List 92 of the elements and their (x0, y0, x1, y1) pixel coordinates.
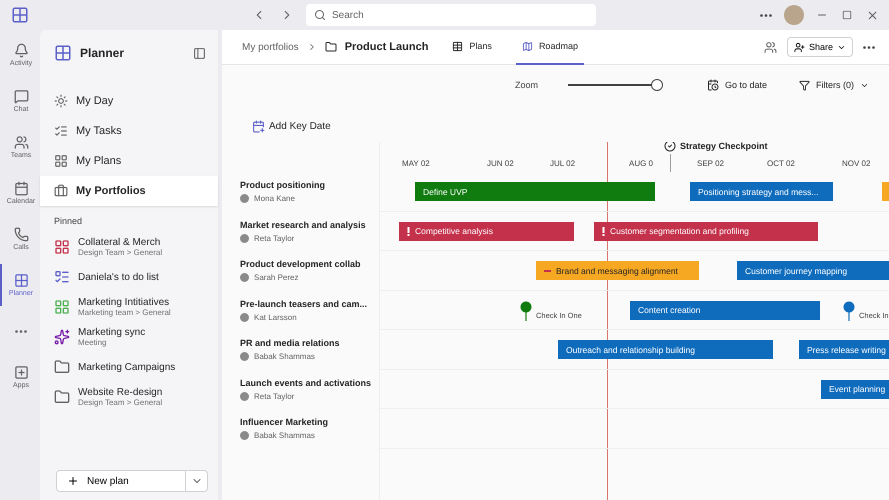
filter-icon (799, 80, 810, 90)
breadcrumb-link[interactable]: My portfolios (242, 42, 299, 52)
task-bar[interactable]: Positioning strategy and mess... (690, 182, 833, 201)
add-person-icon (794, 42, 805, 52)
zoom-label: Zoom (514, 80, 538, 90)
nav-item[interactable]: My Tasks (40, 116, 218, 146)
sparkle-icon (54, 329, 70, 345)
task-bar[interactable]: Outreach and relationship building (558, 340, 773, 359)
more-icon[interactable] (861, 44, 877, 50)
key-date-label: Strategy Checkpoint (680, 142, 768, 151)
month-label: OCT 02 (767, 159, 795, 168)
calendar-icon (14, 181, 28, 196)
pinned-plan[interactable]: Daniela's to do list (40, 262, 218, 292)
task-bar[interactable]: Event planning (821, 380, 889, 398)
nav-item[interactable]: My Plans (40, 146, 218, 176)
sidebar-title: Planner (80, 46, 126, 60)
section-heading: Pinned (53, 215, 84, 228)
tab[interactable]: Roadmap (516, 30, 584, 64)
month-label: JUN 02 (487, 159, 514, 168)
plan-icon (54, 239, 70, 255)
plan-icon (54, 299, 70, 315)
task-bar[interactable]: Competitive analysis (399, 222, 574, 240)
month-label: SEP 02 (697, 159, 724, 168)
pinned-plan[interactable]: Marketing Campaigns (40, 352, 218, 382)
share-button[interactable]: Share (786, 37, 853, 57)
task-name: Product development collab (240, 259, 362, 270)
folder-icon (54, 389, 70, 405)
folder-icon (324, 41, 337, 53)
owner: Kat Larsson (240, 312, 379, 322)
maximize-icon[interactable] (840, 8, 854, 22)
go-to-date-button[interactable]: Go to date (700, 78, 773, 92)
owner: Reta Taylor (240, 392, 379, 401)
folder-icon (54, 359, 70, 375)
people-icon (14, 135, 28, 150)
owner: Reta Taylor (240, 234, 379, 243)
task-bar[interactable]: Press release writing (799, 340, 889, 359)
map-icon (522, 40, 533, 52)
breadcrumb-current: Product Launch (344, 41, 428, 53)
month-label: AUG 0 (629, 159, 654, 168)
pinned-plan[interactable]: Marketing sync Meeting (40, 322, 218, 352)
filters-button[interactable]: Filters (0) (793, 78, 875, 92)
month-label: NOV 02 (842, 159, 870, 168)
more-icon (15, 330, 27, 332)
task-name: Pre-launch teasers and cam... (240, 298, 368, 309)
planner-icon (14, 273, 28, 288)
task-name: Influencer Marketing (240, 417, 330, 428)
month-label: JUL 02 (550, 159, 576, 168)
owner: Babak Shammas (240, 352, 379, 362)
task-name: Market research and analysis (240, 220, 367, 230)
task-bar[interactable]: Content creation (630, 300, 820, 320)
owner: Babak Shammas (240, 431, 379, 440)
nav-item[interactable]: My Day (40, 86, 218, 116)
exclamation-icon (407, 226, 410, 236)
chat-icon (14, 89, 28, 104)
plus-square-icon (14, 365, 28, 380)
briefcase-icon (54, 184, 68, 198)
add-key-date-button[interactable]: Add Key Date (246, 119, 337, 134)
app-logo-icon (11, 6, 29, 24)
table-icon (452, 40, 464, 52)
plus-icon (67, 475, 79, 487)
calendar-clock-icon (706, 79, 719, 91)
milestone-pin-icon[interactable] (843, 300, 855, 320)
owner: Mona Kane (240, 194, 379, 204)
pinned-plan[interactable]: Collateral & Merch Design Team > General (40, 232, 218, 262)
phone-icon (14, 227, 28, 242)
minus-icon (544, 270, 551, 272)
sun-icon (54, 94, 68, 108)
grid-icon (54, 154, 68, 168)
task-name: PR and media relations (240, 338, 341, 348)
nav-item[interactable]: My Portfolios (40, 176, 218, 206)
more-icon[interactable] (758, 12, 774, 18)
pinned-plan[interactable]: Marketing Intitiatives Marketing team > General (40, 292, 218, 322)
calendar-plus-icon (252, 120, 265, 133)
task-name: Product positioning (240, 180, 326, 190)
slider-thumb[interactable] (650, 79, 663, 91)
checklist-icon (54, 124, 68, 138)
list-icon (54, 269, 70, 285)
planner-logo-icon (54, 44, 72, 62)
task-name: Launch events and activations (240, 378, 372, 388)
milestone-pin-icon[interactable] (520, 300, 532, 320)
task-bar[interactable]: Brand and messaging alignment (536, 261, 699, 280)
search-field[interactable]: Search (306, 4, 596, 26)
exclamation-icon (602, 226, 605, 236)
pinned-plan[interactable]: Website Re-design Design Team > General (40, 382, 218, 412)
search-icon (314, 9, 326, 21)
tab[interactable]: Plans (446, 30, 498, 64)
task-bar[interactable]: Customer segmentation and profiling (594, 222, 818, 240)
task-bar[interactable]: Define UVP (415, 182, 655, 201)
task-bar[interactable]: Customer journey mapping (737, 261, 889, 280)
month-label: MAY 02 (402, 159, 430, 168)
owner: Sarah Perez (240, 273, 379, 282)
bell-icon (14, 43, 28, 58)
